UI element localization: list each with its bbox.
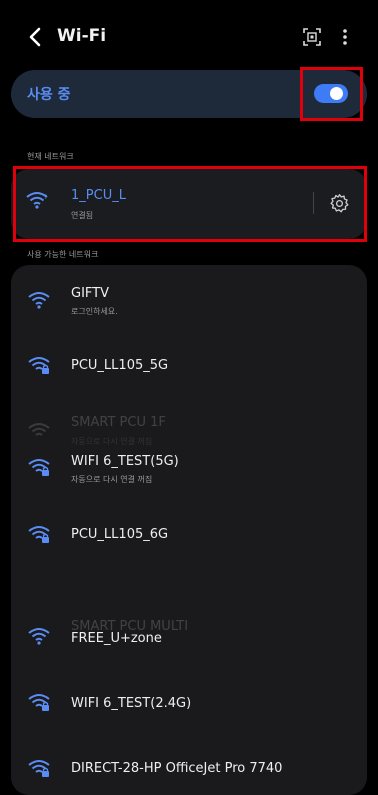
chevron-left-icon[interactable] bbox=[26, 27, 44, 47]
highlight-box-current bbox=[13, 166, 367, 242]
wifi-signal-icon bbox=[28, 423, 50, 436]
page-title: Wi-Fi bbox=[57, 26, 107, 46]
wifi-lock-icon bbox=[28, 459, 50, 476]
list-item[interactable] bbox=[11, 450, 367, 492]
section-header-available: 사용 가능한 네트워크 bbox=[27, 250, 99, 259]
highlight-box-toggle bbox=[300, 67, 363, 121]
wifi-lock-icon bbox=[28, 357, 50, 374]
wifi-lock-icon bbox=[28, 694, 50, 711]
network-status: 로그인하세요. bbox=[71, 307, 118, 316]
network-name: WIFI 6_TEST(2.4G) bbox=[71, 696, 192, 711]
network-status: 자동으로 다시 연결 꺼짐 bbox=[71, 475, 153, 484]
network-name: SMART PCU 1F bbox=[71, 415, 166, 430]
list-item[interactable] bbox=[11, 620, 367, 656]
section-header-current: 현재 네트워크 bbox=[27, 152, 74, 161]
wifi-lock-icon bbox=[28, 526, 50, 543]
network-name: DIRECT-28-HP OfficeJet Pro 7740 bbox=[71, 761, 283, 776]
network-name: PCU_LL105_6G bbox=[71, 527, 169, 542]
qr-scan-icon[interactable] bbox=[303, 28, 321, 46]
network-name: WIFI 6_TEST(5G) bbox=[71, 454, 179, 469]
wifi-lock-icon bbox=[28, 760, 50, 777]
network-name: FREE_U+zone bbox=[71, 631, 162, 646]
wifi-toggle-label: 사용 중 bbox=[27, 87, 71, 103]
more-vertical-icon[interactable] bbox=[340, 28, 350, 46]
network-name: PCU_LL105_5G bbox=[71, 358, 169, 373]
network-name: GIFTV bbox=[71, 286, 109, 301]
list-item[interactable] bbox=[11, 282, 367, 322]
list-item[interactable] bbox=[11, 517, 367, 553]
list-item[interactable] bbox=[11, 348, 367, 384]
wifi-signal-icon bbox=[28, 292, 50, 309]
network-status: 자동으로 다시 연결 꺼짐 bbox=[71, 437, 153, 446]
wifi-signal-icon bbox=[28, 628, 50, 645]
